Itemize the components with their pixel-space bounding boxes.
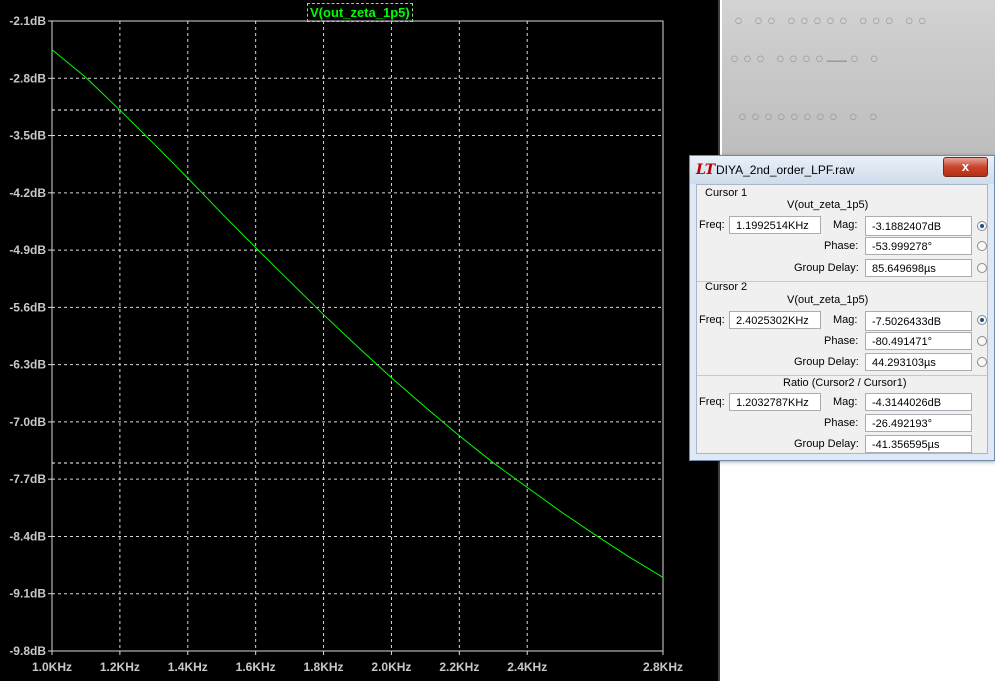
x-tick-label: 2.4KHz [507,660,547,674]
y-tick-label: -2.8dB [9,71,46,85]
plot-frame [51,20,664,652]
y-tick-label: -2.1dB [9,14,46,28]
y-tick-label: -9.8dB [9,644,46,658]
cursor2-trace-name: V(out_zeta_1p5) [787,294,869,306]
cursor1-trace-name: V(out_zeta_1p5) [787,199,869,211]
cursor2-phase-radio[interactable] [977,336,987,346]
plot-pane[interactable]: -2.1dB -2.8dB -3.5dB -4.2dB -4.9dB -5.6dB -6.3… [0,0,720,681]
x-tick-label: 1.6KHz [236,660,276,674]
cursor2-group-delay-label: Group Delay: [794,356,859,368]
ratio-phase-label: Phase: [824,417,859,429]
y-tick-label: -7.0dB [9,415,46,429]
axis-layer: -2.1dB -2.8dB -3.5dB -4.2dB -4.9dB -5.6dB -6.3… [9,14,683,674]
background-scribble: ◦ ◦◦ ◦◦◦◦◦ ◦◦◦ ◦◦ [732,10,929,35]
ratio-freq-label: Freq: [699,396,725,408]
background-scribble: ◦◦◦ ◦◦◦◦—◦ ◦ [728,48,881,73]
x-tick-label: 1.0KHz [32,660,72,674]
cursor2-section-title: Cursor 2 [705,281,748,293]
cursor2-mag-field[interactable]: -7.5026433dB [865,311,972,331]
x-tick-label: 2.2KHz [439,660,479,674]
y-tick-label: -8.4dB [9,529,46,543]
dialog-body: Cursor 1 V(out_zeta_1p5) Freq: 1.1992514… [696,184,988,454]
cursor2-freq-label: Freq: [699,314,725,326]
dialog-titlebar[interactable]: LT DIYA_2nd_order_LPF.raw x [690,156,994,184]
cursor1-freq-label: Freq: [699,219,725,231]
cursor2-mag-label: Mag: [833,314,858,326]
x-tick-label: 2.0KHz [371,660,411,674]
cursor1-section-title: Cursor 1 [705,187,748,199]
x-tick-label: 1.8KHz [304,660,344,674]
cursor2-freq-field[interactable]: 2.4025302KHz [729,311,821,329]
cursor-dialog[interactable]: LT DIYA_2nd_order_LPF.raw x Cursor 1 V(o… [689,155,995,461]
y-tick-label: -7.7dB [9,472,46,486]
ratio-section-title: Ratio (Cursor2 / Cursor1) [783,377,907,389]
y-tick-label: -9.1dB [9,587,46,601]
background-scribble: ◦◦◦◦◦◦◦◦ ◦ ◦ [736,106,880,131]
waveform-plot[interactable]: -2.1dB -2.8dB -3.5dB -4.2dB -4.9dB -5.6dB -6.3… [0,0,718,681]
cursor1-phase-label: Phase: [824,240,859,252]
dialog-title: DIYA_2nd_order_LPF.raw [716,163,855,177]
y-tick-label: -4.2dB [9,186,46,200]
cursor-layer [52,109,663,464]
cursor1-group-delay-field[interactable]: 85.649698µs [865,259,972,277]
ratio-phase-field[interactable]: -26.492193° [865,414,972,432]
cursor2-group-delay-radio[interactable] [977,357,987,367]
cursor2-phase-label: Phase: [824,335,859,347]
ratio-mag-label: Mag: [833,396,858,408]
ratio-mag-field[interactable]: -4.3144026dB [865,393,972,411]
trace-line [51,49,664,578]
y-tick-label: -3.5dB [9,129,46,143]
background-photo: ◦ ◦◦ ◦◦◦◦◦ ◦◦◦ ◦◦ ◦◦◦ ◦◦◦◦—◦ ◦ ◦◦◦◦◦◦◦◦ … [722,0,995,160]
cursor1-mag-radio[interactable] [977,221,987,231]
y-tick-label: -6.3dB [9,358,46,372]
cursor1-group-delay-label: Group Delay: [794,262,859,274]
y-tick-label: -4.9dB [9,243,46,257]
ratio-group-delay-label: Group Delay: [794,438,859,450]
trace-layer [51,49,664,578]
cursor1-phase-field[interactable]: -53.999278° [865,237,972,255]
y-tick-label: -5.6dB [9,300,46,314]
ratio-freq-field[interactable]: 1.2032787KHz [729,393,821,411]
cursor2-group-delay-field[interactable]: 44.293103µs [865,353,972,371]
cursor1-phase-radio[interactable] [977,241,987,251]
grid-layer [51,20,664,652]
cursor2-mag-radio[interactable] [977,315,987,325]
cursor1-mag-field[interactable]: -3.1882407dB [865,216,972,236]
ltspice-logo-icon: LT [696,162,716,178]
cursor1-freq-field[interactable]: 1.1992514KHz [729,216,821,234]
cursor1-mag-label: Mag: [833,219,858,231]
x-tick-label: 1.4KHz [168,660,208,674]
close-button[interactable]: x [943,157,988,177]
cursor1-group-delay-radio[interactable] [977,263,987,273]
trace-label[interactable]: V(out_zeta_1p5) [307,3,413,22]
ratio-group-delay-field[interactable]: -41.356595µs [865,435,972,453]
x-tick-label: 2.8KHz [643,660,683,674]
cursor2-phase-field[interactable]: -80.491471° [865,332,972,350]
x-tick-label: 1.2KHz [100,660,140,674]
section-divider [697,375,987,376]
